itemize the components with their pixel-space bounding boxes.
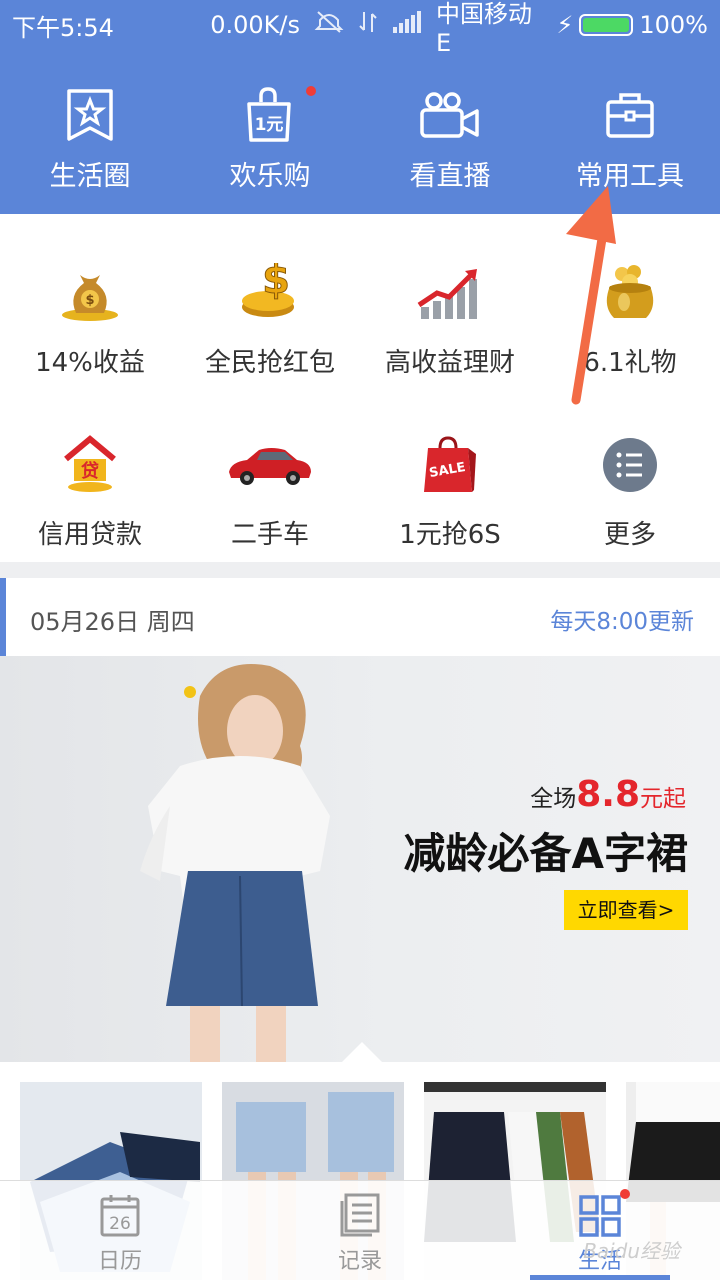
service-label: 高收益理财	[384, 348, 515, 378]
carrier-name: 中国移动 E	[435, 0, 532, 57]
banner-pointer	[342, 1042, 382, 1062]
service-wealth[interactable]: 高收益理财	[360, 258, 540, 379]
nav-label: 欢乐购	[229, 161, 311, 192]
baidu-watermark: Baidu经验	[583, 1239, 680, 1263]
nav-live-stream[interactable]: 看直播	[360, 86, 540, 193]
update-note: 每天8:00更新	[550, 609, 694, 635]
notification-dot	[620, 1189, 630, 1199]
service-used-car[interactable]: 二手车	[180, 430, 360, 551]
nav-happy-shopping[interactable]: 1元 欢乐购	[180, 86, 360, 193]
nav-label: 生活圈	[49, 161, 131, 192]
view-now-button[interactable]: 立即查看>	[564, 890, 688, 930]
accent-bar	[0, 578, 6, 656]
red-car-icon	[180, 430, 360, 500]
service-credit-loan[interactable]: 贷 信用贷款	[0, 430, 180, 551]
battery-percent: 100%	[639, 11, 708, 39]
svg-text:贷: 贷	[81, 460, 99, 482]
notification-dot	[306, 86, 316, 96]
nav-life-circle[interactable]: 生活圈	[0, 86, 180, 193]
status-time: 下午5:54	[12, 13, 114, 42]
banner-headline: 减龄必备A字裙	[403, 829, 688, 878]
promo-suffix: 元起	[640, 786, 686, 812]
feed-date-header: 05月26日 周四 每天8:00更新	[0, 578, 720, 656]
house-loan-icon: 贷	[0, 430, 180, 500]
battery-indicator: ⚡ 100%	[557, 11, 708, 39]
calendar-day: 26	[109, 1214, 131, 1234]
calendar-icon: 26	[0, 1181, 240, 1237]
tab-label: 日历	[97, 1249, 142, 1274]
top-nav: 生活圈 1元 欢乐购 看直播 常用工具	[0, 86, 720, 193]
charging-icon: ⚡	[556, 11, 574, 39]
service-yield[interactable]: $ 14%收益	[0, 258, 180, 379]
promo-banner[interactable]: 全场8.8元起 减龄必备A字裙 立即查看>	[0, 656, 720, 1062]
shopping-bag-icon: 1元	[180, 86, 360, 144]
service-label: 二手车	[230, 520, 309, 550]
annotation-arrow	[566, 186, 616, 405]
service-red-packet[interactable]: $ 全民抢红包	[180, 258, 360, 379]
service-label: 信用贷款	[37, 520, 142, 550]
record-icon	[240, 1181, 480, 1237]
feed-date: 05月26日 周四	[30, 608, 195, 636]
battery-icon	[579, 14, 634, 36]
star-bookmark-icon	[0, 86, 180, 144]
tab-life[interactable]: 生活	[480, 1181, 720, 1280]
promo-price: 8.8	[576, 774, 640, 815]
gold-coin-icon: $	[180, 258, 360, 328]
service-label: 更多	[603, 520, 656, 550]
bottom-tab-bar: 26 日历 记录 生活 Baidu经验	[0, 1180, 720, 1280]
service-label: 14%收益	[35, 348, 145, 378]
data-transfer-icon	[358, 10, 378, 40]
bag-price-text: 1元	[255, 115, 284, 135]
life-grid-icon	[480, 1181, 720, 1237]
money-bag-icon: $	[0, 258, 180, 328]
service-label: 全民抢红包	[204, 348, 335, 378]
service-more[interactable]: 更多	[540, 430, 720, 551]
mute-icon	[314, 10, 344, 40]
status-bar: 下午5:54 0.00K/s 中国移动 E ⚡ 100%	[0, 0, 720, 57]
toolbox-icon	[540, 86, 720, 144]
network-speed: 0.00K/s	[210, 11, 300, 39]
sale-bag-icon: SALE	[360, 430, 540, 500]
svg-text:$: $	[262, 263, 290, 303]
video-camera-icon	[360, 86, 540, 144]
active-tab-indicator	[530, 1275, 670, 1280]
promo-prefix: 全场	[530, 786, 577, 812]
more-list-icon	[540, 430, 720, 500]
signal-icon	[392, 11, 422, 39]
svg-text:$: $	[85, 293, 94, 308]
tab-calendar[interactable]: 26 日历	[0, 1181, 240, 1280]
tab-record[interactable]: 记录	[240, 1181, 480, 1280]
tab-label: 记录	[337, 1249, 382, 1274]
nav-common-tools[interactable]: 常用工具	[540, 86, 720, 193]
nav-label: 看直播	[409, 161, 491, 192]
promo-line: 全场8.8元起	[530, 774, 686, 815]
service-iphone-deal[interactable]: SALE 1元抢6S	[360, 430, 540, 551]
growth-chart-icon	[360, 258, 540, 328]
model-photo	[140, 664, 330, 1062]
service-label: 1元抢6S	[399, 520, 501, 550]
